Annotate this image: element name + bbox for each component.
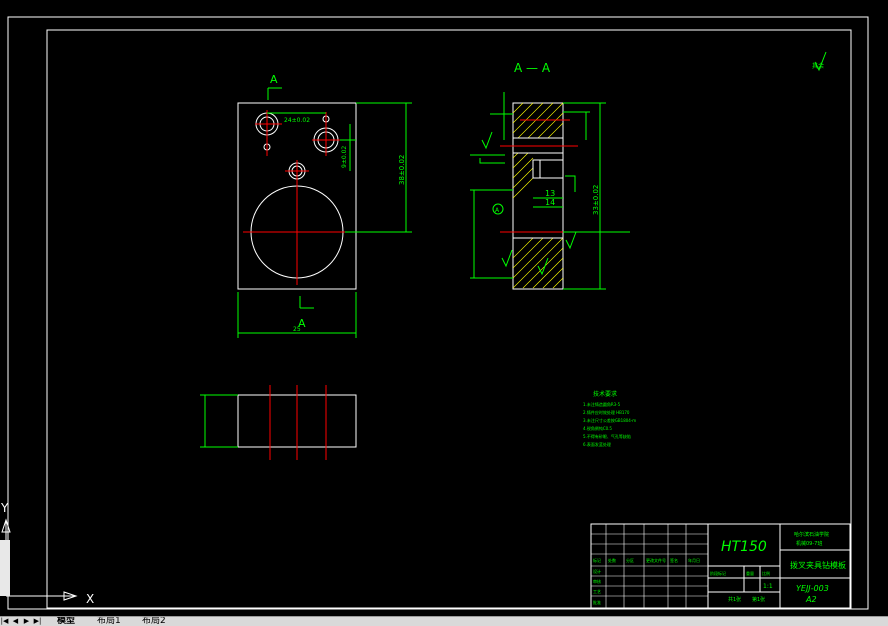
svg-text:工艺: 工艺: [593, 589, 601, 594]
section-view: A — A A 13 14 33±0.02: [470, 61, 630, 290]
drawing-canvas[interactable]: A A 24±0.02 9±0.02 38±0.02 25 A — A A 13…: [0, 0, 888, 616]
drawing-number: YEJJ-003: [796, 584, 829, 593]
svg-text:4.锐角倒钝C0.5: 4.锐角倒钝C0.5: [583, 425, 612, 431]
dim-13: 13: [545, 189, 555, 198]
svg-text:其余: 其余: [812, 62, 824, 70]
svg-text:设计: 设计: [593, 568, 601, 574]
svg-text:重量: 重量: [746, 570, 754, 576]
part-name: 拨叉夹具钻模板: [790, 560, 846, 570]
datum-label: A: [495, 207, 500, 214]
svg-text:年月日: 年月日: [688, 557, 700, 563]
title-block: 标记 处数 分区 更改文件号 签名 年月日 设计 审核 工艺 批准 阶段标记 重…: [590, 523, 851, 609]
roughness-note: 其余: [812, 51, 827, 72]
outer-frame: [7, 16, 869, 610]
dim-width-front: 25: [293, 326, 301, 333]
school-line1: 哈尔滨石油学院: [794, 531, 829, 538]
inner-frame: [46, 29, 852, 609]
ucs-y-label: Y: [0, 501, 9, 515]
cad-drawing-viewport[interactable]: A A 24±0.02 9±0.02 38±0.02 25 A — A A 13…: [0, 0, 888, 616]
svg-text:共1张: 共1张: [728, 596, 741, 603]
svg-text:处数: 处数: [608, 557, 616, 563]
scale-value: 1:1: [763, 583, 773, 590]
sheet-size: A2: [805, 595, 817, 604]
svg-text:比例: 比例: [762, 570, 770, 576]
svg-text:1.未注铸造圆角R3-5: 1.未注铸造圆角R3-5: [583, 401, 621, 407]
dim-hole-spacing: 24±0.02: [284, 117, 310, 124]
dim-14: 14: [545, 198, 555, 207]
technical-requirements: 技术要求 1.未注铸造圆角R3-5 2.铸件应时效处理 HB170 3.未注尺寸…: [583, 390, 636, 447]
dim-vertical-small: 9±0.02: [341, 146, 348, 168]
svg-text:签名: 签名: [670, 557, 678, 563]
material: HT150: [721, 539, 767, 555]
tech-title: 技术要求: [593, 390, 617, 398]
svg-text:5.不得有砂眼、气孔等缺陷: 5.不得有砂眼、气孔等缺陷: [583, 433, 631, 439]
school-line2: 机械09-7班: [796, 540, 822, 547]
view-marker-top: A: [270, 73, 278, 86]
svg-text:2.铸件应时效处理 HB170: 2.铸件应时效处理 HB170: [583, 409, 630, 415]
svg-text:分区: 分区: [626, 557, 634, 563]
svg-text:审核: 审核: [593, 578, 601, 584]
dim-section-height: 33±0.02: [592, 185, 600, 215]
svg-text:6.表面发蓝处理: 6.表面发蓝处理: [583, 441, 611, 447]
top-view: [200, 385, 357, 460]
svg-text:批准: 批准: [593, 599, 601, 605]
svg-text:3.未注尺寸公差按GB1804-m: 3.未注尺寸公差按GB1804-m: [583, 417, 636, 423]
dim-height-front: 38±0.02: [398, 155, 406, 185]
section-label: A — A: [514, 61, 551, 75]
svg-text:阶段标记: 阶段标记: [710, 570, 726, 576]
svg-text:第1张: 第1张: [752, 596, 765, 603]
front-view: A A 24±0.02 9±0.02 38±0.02 25: [237, 73, 412, 338]
svg-text:标记: 标记: [593, 557, 601, 563]
ucs-x-label: X: [86, 592, 94, 606]
svg-text:更改文件号: 更改文件号: [646, 557, 666, 563]
